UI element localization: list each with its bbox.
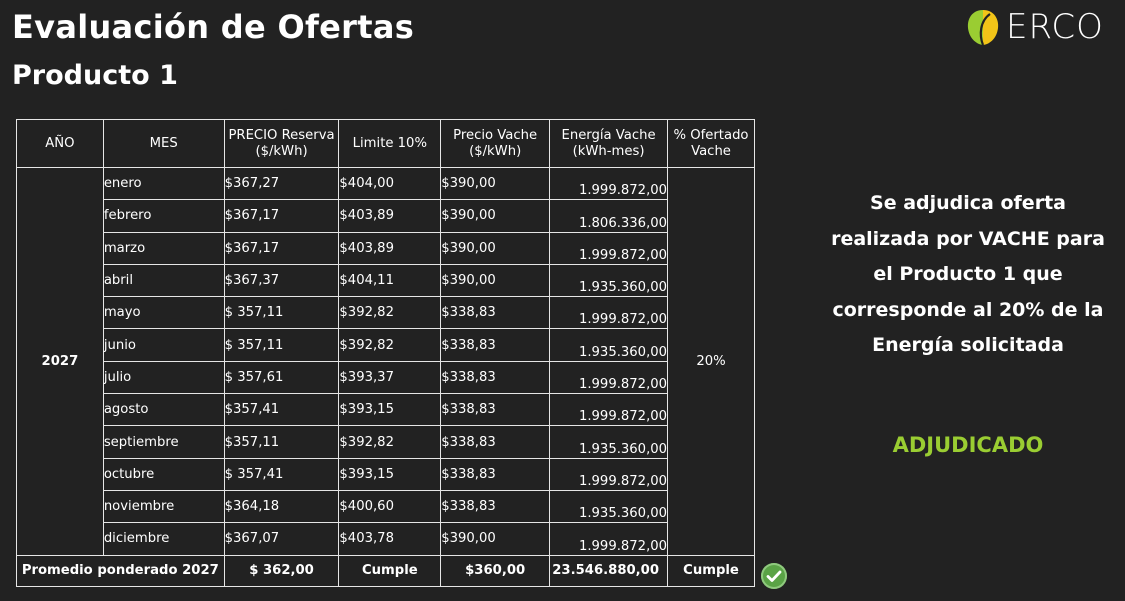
limit-cell: $404,11 bbox=[338, 263, 442, 298]
logo-text: ERCO bbox=[1006, 7, 1104, 47]
weighted-percent-result: Cumple bbox=[667, 554, 755, 587]
vache-price-cell: $390,00 bbox=[440, 231, 551, 265]
energy-cell: 1.806.336,00 bbox=[549, 199, 669, 233]
adjudication-status: ADJUDICADO bbox=[892, 433, 1044, 457]
month-cell: julio bbox=[102, 360, 225, 395]
month-cell: marzo bbox=[102, 231, 225, 265]
month-cell: diciembre bbox=[102, 522, 225, 556]
vache-price-cell: $338,83 bbox=[440, 296, 551, 330]
vache-price-cell: $338,83 bbox=[440, 489, 551, 524]
reserve-price-cell: $367,17 bbox=[223, 231, 340, 265]
check-circle-icon bbox=[761, 563, 787, 589]
month-cell: febrero bbox=[102, 199, 225, 233]
page-title: Evaluación de Ofertas bbox=[12, 8, 415, 46]
limit-cell: $393,15 bbox=[338, 457, 442, 491]
reserve-price-cell: $ 357,41 bbox=[223, 457, 340, 491]
limit-cell: $403,89 bbox=[338, 199, 442, 233]
energy-cell: 1.999.872,00 bbox=[549, 296, 669, 330]
table-row: diciembre $367,07 $403,78 $390,00 1.999.… bbox=[17, 522, 755, 556]
vache-price-cell: $338,83 bbox=[440, 393, 551, 427]
table-row: agosto $357,41 $393,15 $338,83 1.999.872… bbox=[17, 393, 755, 427]
table-header-row: AÑO MES PRECIO Reserva ($/kWh) Limite 10… bbox=[16, 119, 755, 168]
weighted-average-row: Promedio ponderado 2027 $ 362,00 Cumple … bbox=[16, 554, 755, 587]
table-row: marzo $367,17 $403,89 $390,00 1.999.872,… bbox=[17, 231, 755, 265]
vache-price-cell: $338,83 bbox=[440, 457, 551, 491]
month-cell: abril bbox=[102, 263, 225, 298]
reserve-price-cell: $ 357,61 bbox=[223, 360, 340, 395]
col-header-vache-price: Precio Vache ($/kWh) bbox=[440, 119, 551, 168]
month-cell: enero bbox=[102, 166, 225, 201]
table-row: febrero $367,17 $403,89 $390,00 1.806.33… bbox=[17, 199, 755, 233]
energy-cell: 1.999.872,00 bbox=[549, 166, 669, 201]
table-row: 2027 enero $367,27 $404,00 $390,00 1.999… bbox=[16, 166, 755, 556]
month-cell: junio bbox=[102, 328, 225, 362]
month-cell: septiembre bbox=[102, 425, 225, 459]
vache-price-cell: $338,83 bbox=[440, 360, 551, 395]
energy-cell: 1.999.872,00 bbox=[549, 231, 669, 265]
limit-cell: $403,78 bbox=[338, 522, 442, 556]
energy-cell: 1.935.360,00 bbox=[549, 328, 669, 362]
table-row: septiembre $357,11 $392,82 $338,83 1.935… bbox=[17, 425, 755, 459]
limit-cell: $392,82 bbox=[338, 425, 442, 459]
reserve-price-cell: $367,17 bbox=[223, 199, 340, 233]
energy-cell: 1.999.872,00 bbox=[549, 457, 669, 491]
vache-price-cell: $390,00 bbox=[440, 166, 551, 201]
year-cell: 2027 bbox=[16, 167, 104, 556]
energy-cell: 1.935.360,00 bbox=[549, 489, 669, 524]
col-header-limit: Limite 10% bbox=[338, 119, 442, 168]
col-header-year: AÑO bbox=[16, 119, 104, 168]
energy-cell: 1.935.360,00 bbox=[549, 263, 669, 298]
total-energy: 23.546.880,00 bbox=[549, 554, 669, 587]
table-row: octubre $ 357,41 $393,15 $338,83 1.999.8… bbox=[17, 457, 755, 491]
reserve-price-cell: $367,27 bbox=[223, 166, 340, 201]
adjudication-message: Se adjudica oferta realizada por VACHE p… bbox=[831, 192, 1105, 356]
table-row: abril $367,37 $404,11 $390,00 1.935.360,… bbox=[17, 263, 755, 298]
month-cell: octubre bbox=[102, 457, 225, 491]
weighted-average-label: Promedio ponderado 2027 bbox=[16, 554, 225, 587]
reserve-price-cell: $ 357,11 bbox=[223, 296, 340, 330]
energy-cell: 1.999.872,00 bbox=[549, 522, 669, 556]
table-row: junio $ 357,11 $392,82 $338,83 1.935.360… bbox=[17, 328, 755, 362]
energy-cell: 1.999.872,00 bbox=[549, 393, 669, 427]
vache-price-cell: $390,00 bbox=[440, 199, 551, 233]
month-cell: agosto bbox=[102, 393, 225, 427]
weighted-limit-result: Cumple bbox=[338, 554, 442, 587]
col-header-reserve-price: PRECIO Reserva ($/kWh) bbox=[223, 119, 340, 168]
col-header-month: MES bbox=[102, 119, 225, 168]
reserve-price-cell: $364,18 bbox=[223, 489, 340, 524]
table-row: noviembre $364,18 $400,60 $338,83 1.935.… bbox=[17, 489, 755, 524]
col-header-percent-offered: % Ofertado Vache bbox=[667, 119, 755, 168]
weighted-reserve-price: $ 362,00 bbox=[223, 554, 340, 587]
limit-cell: $392,82 bbox=[338, 296, 442, 330]
vache-price-cell: $338,83 bbox=[440, 328, 551, 362]
energy-cell: 1.999.872,00 bbox=[549, 360, 669, 395]
reserve-price-cell: $ 357,11 bbox=[223, 328, 340, 362]
page-subtitle: Producto 1 bbox=[12, 60, 178, 91]
limit-cell: $403,89 bbox=[338, 231, 442, 265]
limit-cell: $392,82 bbox=[338, 328, 442, 362]
erco-logo: ERCO bbox=[966, 6, 1111, 48]
reserve-price-cell: $367,37 bbox=[223, 263, 340, 298]
energy-cell: 1.935.360,00 bbox=[549, 425, 669, 459]
vache-price-cell: $338,83 bbox=[440, 425, 551, 459]
vache-price-cell: $390,00 bbox=[440, 522, 551, 556]
reserve-price-cell: $357,41 bbox=[223, 393, 340, 427]
month-cell: noviembre bbox=[102, 489, 225, 524]
limit-cell: $400,60 bbox=[338, 489, 442, 524]
percent-offered-cell: 20% bbox=[667, 167, 755, 556]
col-header-vache-energy: Energía Vache (kWh-mes) bbox=[549, 119, 669, 168]
limit-cell: $393,37 bbox=[338, 360, 442, 395]
offers-table: AÑO MES PRECIO Reserva ($/kWh) Limite 10… bbox=[16, 119, 755, 587]
limit-cell: $393,15 bbox=[338, 393, 442, 427]
reserve-price-cell: $367,07 bbox=[223, 522, 340, 556]
leaf-circle-icon bbox=[967, 10, 999, 46]
month-cell: mayo bbox=[102, 296, 225, 330]
table-row: mayo $ 357,11 $392,82 $338,83 1.999.872,… bbox=[17, 296, 755, 330]
vache-price-cell: $390,00 bbox=[440, 263, 551, 298]
table-row: julio $ 357,61 $393,37 $338,83 1.999.872… bbox=[17, 360, 755, 395]
weighted-vache-price: $360,00 bbox=[440, 554, 551, 587]
limit-cell: $404,00 bbox=[338, 166, 442, 201]
reserve-price-cell: $357,11 bbox=[223, 425, 340, 459]
